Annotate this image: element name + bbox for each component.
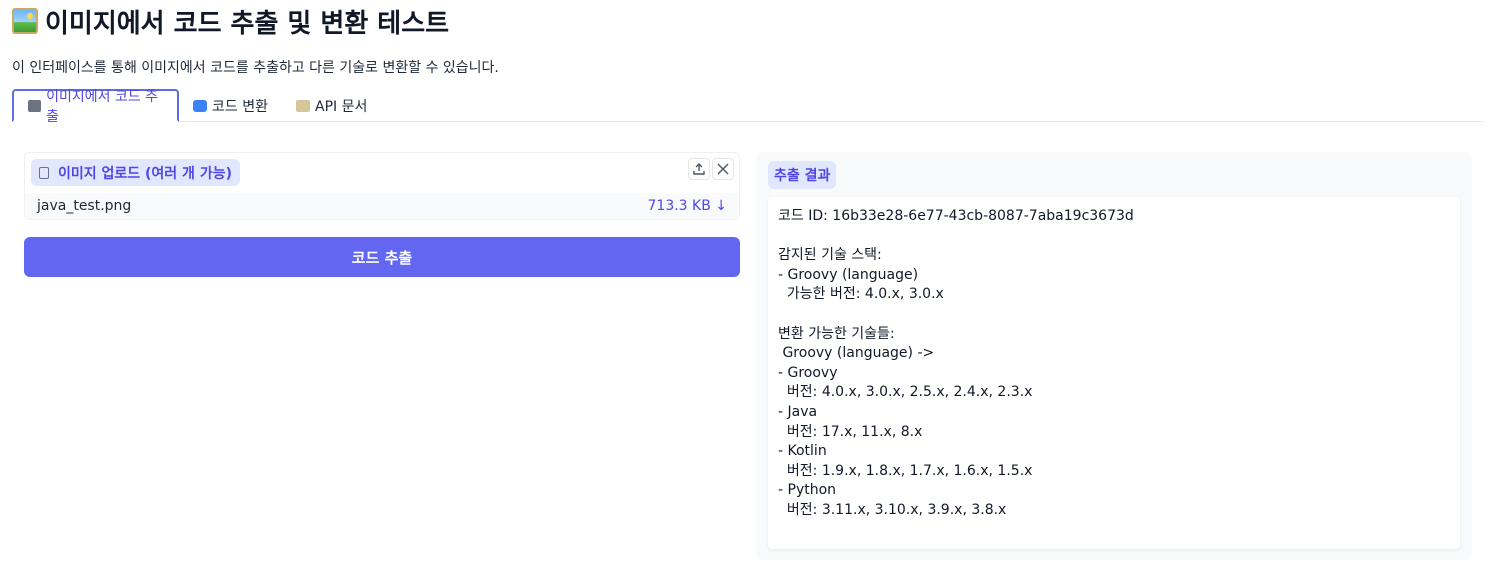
upload-label: 이미지 업로드 (여러 개 가능) xyxy=(31,159,240,186)
tab-convert-code-label: 코드 변환 xyxy=(212,98,268,115)
notepad-icon xyxy=(296,99,310,112)
tab-extract-code-label: 이미지에서 코드 추출 xyxy=(46,88,159,125)
upload-icon xyxy=(693,163,705,175)
file-row: java_test.png 713.3 KB ↓ xyxy=(25,193,739,219)
page-title-text: 이미지에서 코드 추출 및 변환 테스트 xyxy=(45,8,450,39)
clear-button[interactable] xyxy=(712,158,734,180)
result-label: 추출 결과 xyxy=(768,161,837,189)
extract-code-button[interactable]: 코드 추출 xyxy=(24,237,740,277)
result-textbox[interactable]: 코드 ID: 16b33e28-6e77-43cb-8087-7aba19c36… xyxy=(768,197,1460,549)
tab-api-docs[interactable]: API 문서 xyxy=(296,89,367,122)
camera-icon xyxy=(28,99,42,112)
upload-button[interactable] xyxy=(688,158,710,180)
page-subtitle: 이 인터페이스를 통해 이미지에서 코드를 추출하고 다른 기술로 변환할 수 … xyxy=(12,60,499,76)
file-name: java_test.png xyxy=(37,198,132,214)
close-icon xyxy=(717,163,729,175)
file-icon xyxy=(39,166,49,179)
picture-icon xyxy=(12,8,38,34)
file-size-download-link[interactable]: 713.3 KB ↓ xyxy=(648,198,728,214)
result-panel: 추출 결과 코드 ID: 16b33e28-6e77-43cb-8087-7ab… xyxy=(756,152,1472,560)
tab-api-docs-label: API 문서 xyxy=(315,98,368,115)
tab-extract-code[interactable]: 이미지에서 코드 추출 xyxy=(12,89,179,125)
image-upload-panel: 이미지 업로드 (여러 개 가능) java_test.png 713.3 KB… xyxy=(24,152,740,220)
upload-label-text: 이미지 업로드 (여러 개 가능) xyxy=(58,165,232,182)
page-title: 이미지에서 코드 추출 및 변환 테스트 xyxy=(12,4,450,39)
tab-bar: 이미지에서 코드 추출 코드 변환 API 문서 xyxy=(12,89,1484,125)
tab-convert-code[interactable]: 코드 변환 xyxy=(193,89,268,122)
refresh-icon xyxy=(193,99,207,112)
